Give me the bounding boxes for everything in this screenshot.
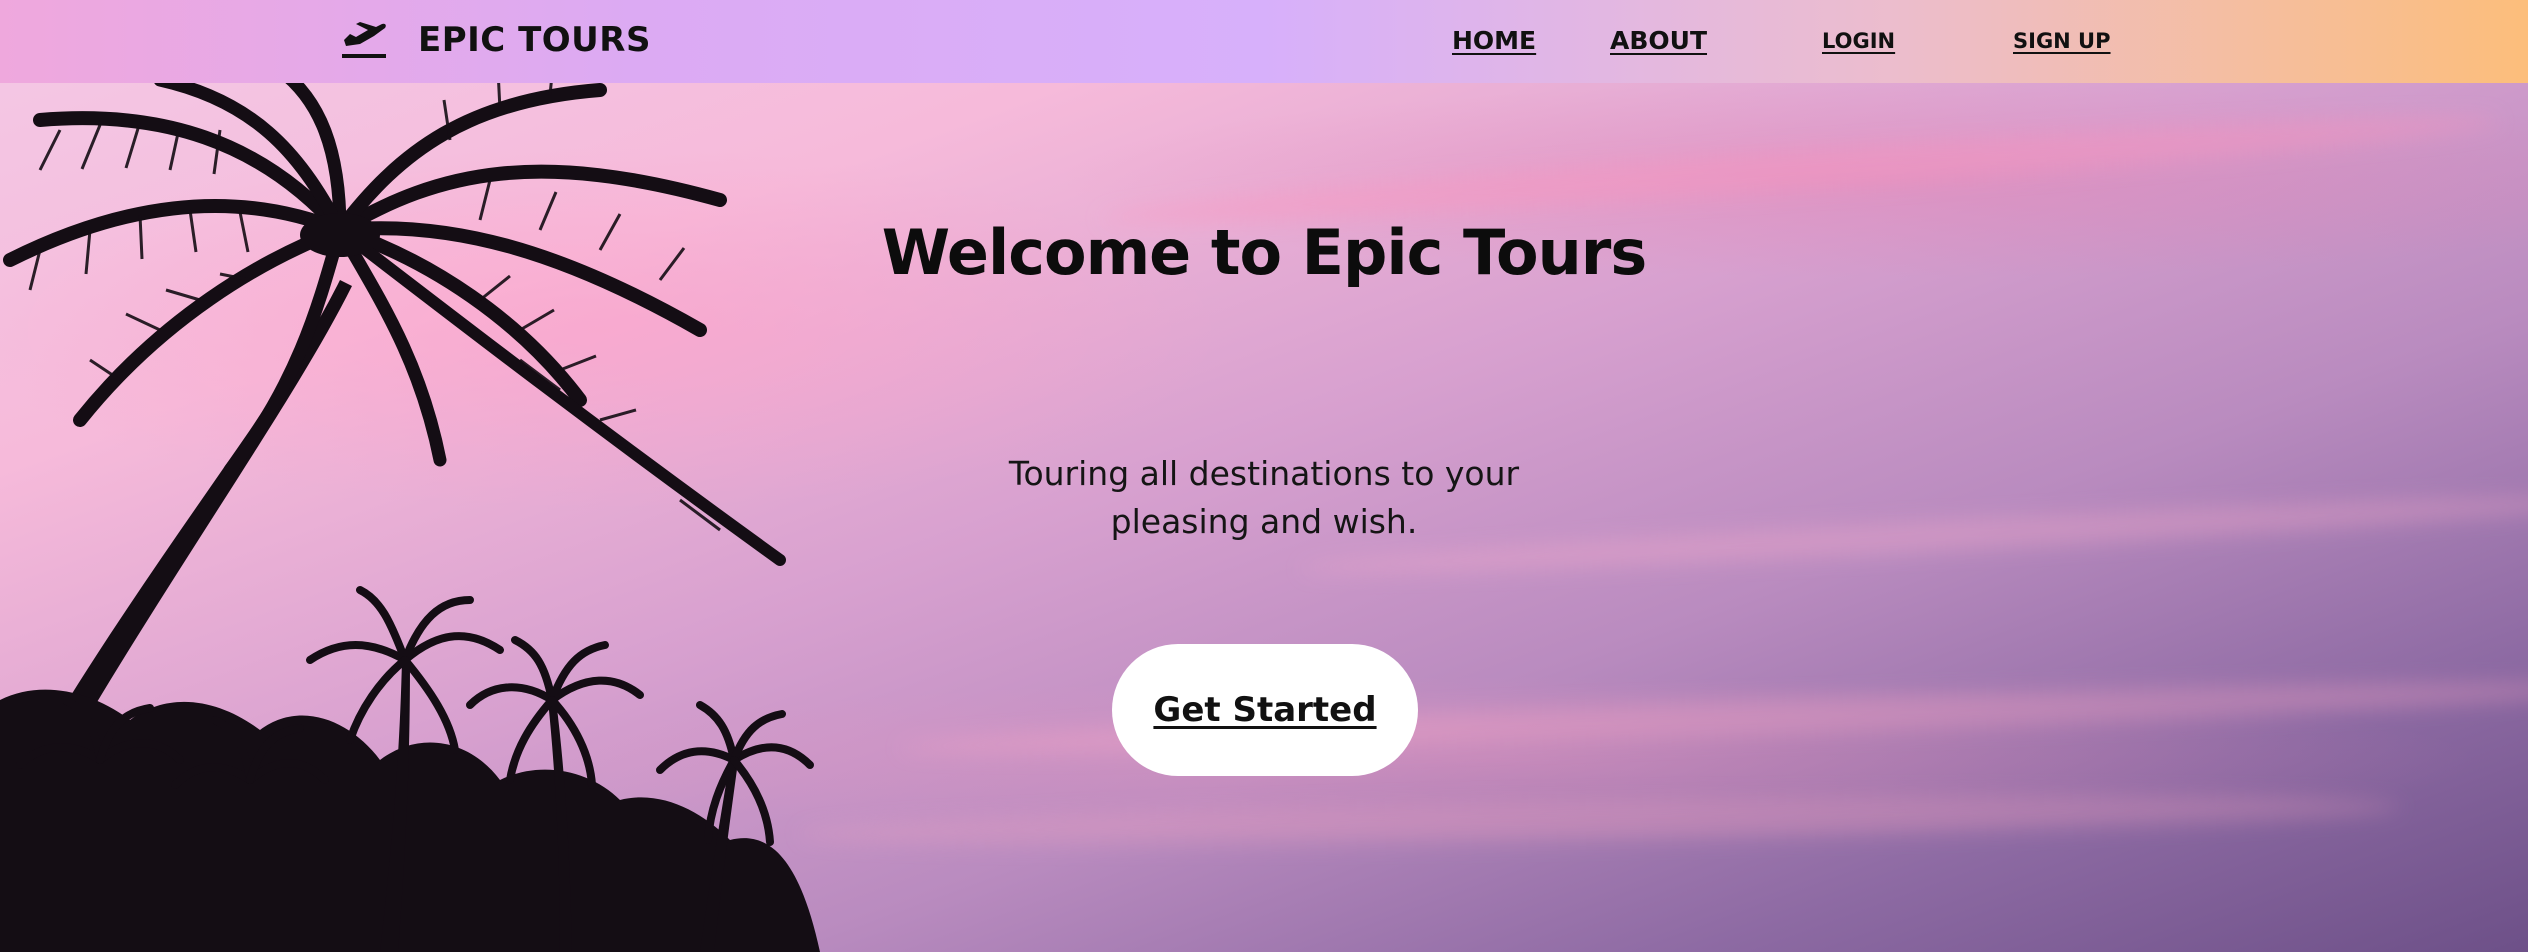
airplane-departure-icon <box>342 22 386 58</box>
hero-subtitle: Touring all destinations to your pleasin… <box>964 450 1564 546</box>
hero-subtitle-line-1: Touring all destinations to your <box>1008 454 1520 493</box>
hero-subtitle-line-2: pleasing and wish. <box>1110 502 1418 541</box>
get-started-button[interactable]: Get Started <box>1112 644 1418 776</box>
brand-logo[interactable]: EPIC TOURS <box>340 16 651 64</box>
nav-link-about[interactable]: ABOUT <box>1610 26 1707 55</box>
hero-title: Welcome to Epic Tours <box>881 216 1647 289</box>
top-navbar: EPIC TOURS HOME ABOUT LOGIN SIGN UP <box>0 0 2528 83</box>
nav-link-login[interactable]: LOGIN <box>1822 29 1895 53</box>
nav-link-home[interactable]: HOME <box>1452 26 1536 55</box>
nav-link-signup[interactable]: SIGN UP <box>2013 29 2111 53</box>
brand-name: EPIC TOURS <box>418 20 651 60</box>
